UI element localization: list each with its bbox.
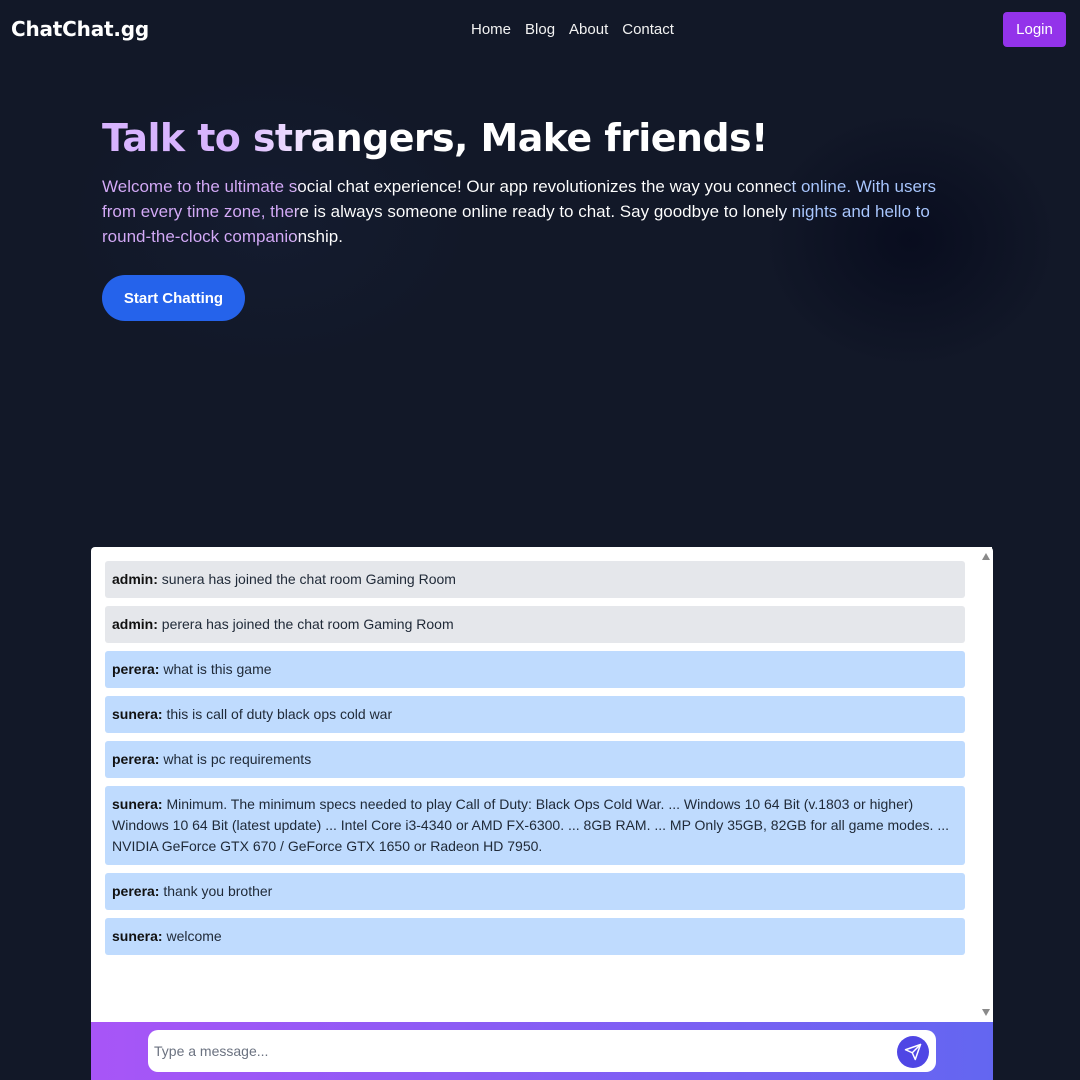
send-icon xyxy=(904,1043,922,1061)
navbar: ChatChat.gg Home Blog About Contact Logi… xyxy=(0,0,1080,60)
message-text: welcome xyxy=(162,928,222,944)
message-composer xyxy=(91,1022,993,1080)
send-button[interactable] xyxy=(897,1036,929,1068)
chat-message: perera: what is pc requirements xyxy=(105,741,965,778)
chat-scrollbar[interactable] xyxy=(980,547,992,1022)
start-chatting-button[interactable]: Start Chatting xyxy=(102,275,245,321)
message-list: admin: sunera has joined the chat room G… xyxy=(105,561,965,963)
message-sender: perera: xyxy=(112,751,160,767)
chat-message: perera: thank you brother xyxy=(105,873,965,910)
message-field xyxy=(148,1030,936,1072)
nav-links: Home Blog About Contact xyxy=(471,21,674,38)
message-text: what is pc requirements xyxy=(159,751,312,767)
message-text: thank you brother xyxy=(159,883,273,899)
message-text: sunera has joined the chat room Gaming R… xyxy=(157,571,456,587)
nav-link-blog[interactable]: Blog xyxy=(525,21,555,38)
page: ChatChat.gg Home Blog About Contact Logi… xyxy=(0,0,1080,1080)
message-sender: sunera: xyxy=(112,928,163,944)
message-sender: sunera: xyxy=(112,796,163,812)
chat-message: admin: sunera has joined the chat room G… xyxy=(105,561,965,598)
nav-link-contact[interactable]: Contact xyxy=(622,21,674,38)
chat-message: admin: perera has joined the chat room G… xyxy=(105,606,965,643)
hero-description: Welcome to the ultimate social chat expe… xyxy=(102,174,972,249)
chat-message: sunera: Minimum. The minimum specs neede… xyxy=(105,786,965,865)
message-text: this is call of duty black ops cold war xyxy=(162,706,393,722)
message-sender: sunera: xyxy=(112,706,163,722)
scroll-down-arrow-icon[interactable] xyxy=(982,1009,990,1016)
login-button[interactable]: Login xyxy=(1003,12,1066,47)
chat-panel: admin: sunera has joined the chat room G… xyxy=(91,547,993,1022)
message-text: Minimum. The minimum specs needed to pla… xyxy=(112,796,949,854)
message-sender: perera: xyxy=(112,661,160,677)
hero-title: Talk to strangers, Make friends! xyxy=(102,116,768,160)
chat-message: sunera: this is call of duty black ops c… xyxy=(105,696,965,733)
chat-message: sunera: welcome xyxy=(105,918,965,955)
message-sender: perera: xyxy=(112,883,160,899)
scroll-up-arrow-icon[interactable] xyxy=(982,553,990,560)
message-sender: admin: xyxy=(112,616,158,632)
nav-link-home[interactable]: Home xyxy=(471,21,511,38)
nav-link-about[interactable]: About xyxy=(569,21,608,38)
message-text: what is this game xyxy=(159,661,272,677)
brand-logo[interactable]: ChatChat.gg xyxy=(11,17,149,41)
message-input[interactable] xyxy=(154,1030,884,1072)
chat-message: perera: what is this game xyxy=(105,651,965,688)
message-text: perera has joined the chat room Gaming R… xyxy=(157,616,454,632)
message-sender: admin: xyxy=(112,571,158,587)
